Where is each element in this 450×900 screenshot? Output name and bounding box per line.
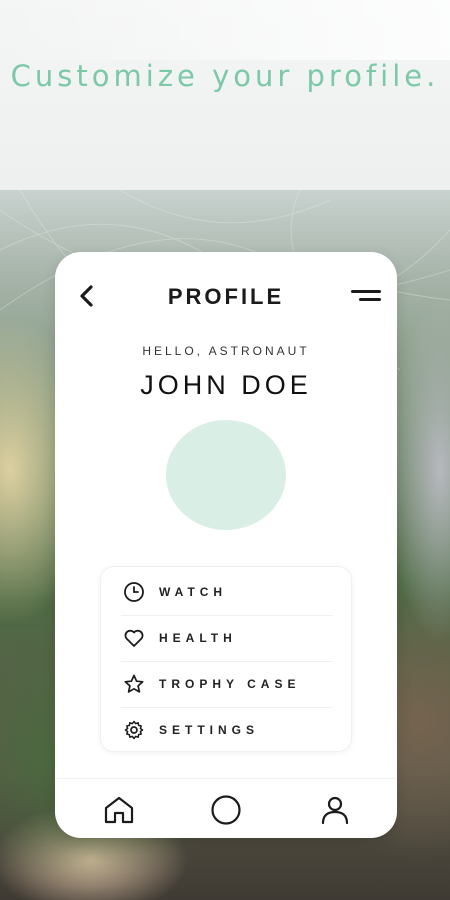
menu-item-label: SETTINGS [159, 723, 260, 737]
user-name: JOHN DOE [140, 370, 312, 400]
bottom-nav [55, 778, 397, 838]
menu-line-icon [351, 290, 381, 293]
avatar[interactable] [166, 420, 286, 530]
menu-item-label: TROPHY CASE [159, 677, 301, 691]
nav-profile-button[interactable] [318, 793, 352, 827]
heart-icon [121, 625, 147, 651]
menu-item-label: WATCH [159, 585, 228, 599]
nav-center-button[interactable] [209, 793, 243, 827]
greeting-text: HELLO, ASTRONAUT [142, 344, 310, 358]
menu-item-health[interactable]: HEALTH [121, 615, 333, 661]
user-icon [321, 796, 349, 825]
menu-line-icon [359, 298, 381, 301]
page-title: PROFILE [167, 284, 285, 309]
circle-icon [211, 795, 241, 825]
top-bar: PROFILE [55, 280, 397, 316]
menu-item-settings[interactable]: SETTINGS [121, 707, 333, 753]
header-band [0, 0, 450, 190]
profile-card: PROFILE HELLO, ASTRONAUT JOHN DOE WATCH [55, 252, 397, 838]
tagline: Customize your profile. [10, 59, 440, 93]
menu-item-watch[interactable]: WATCH [121, 569, 333, 615]
nav-home-button[interactable] [102, 793, 136, 827]
star-icon [121, 671, 147, 697]
clock-icon [121, 579, 147, 605]
hamburger-menu-button[interactable] [349, 285, 381, 307]
menu-item-label: HEALTH [159, 631, 237, 645]
profile-menu: WATCH HEALTH TROPHY CASE SETTINGS [100, 566, 352, 752]
home-icon [104, 796, 134, 824]
menu-item-trophy-case[interactable]: TROPHY CASE [121, 661, 333, 707]
gear-icon [121, 717, 147, 743]
